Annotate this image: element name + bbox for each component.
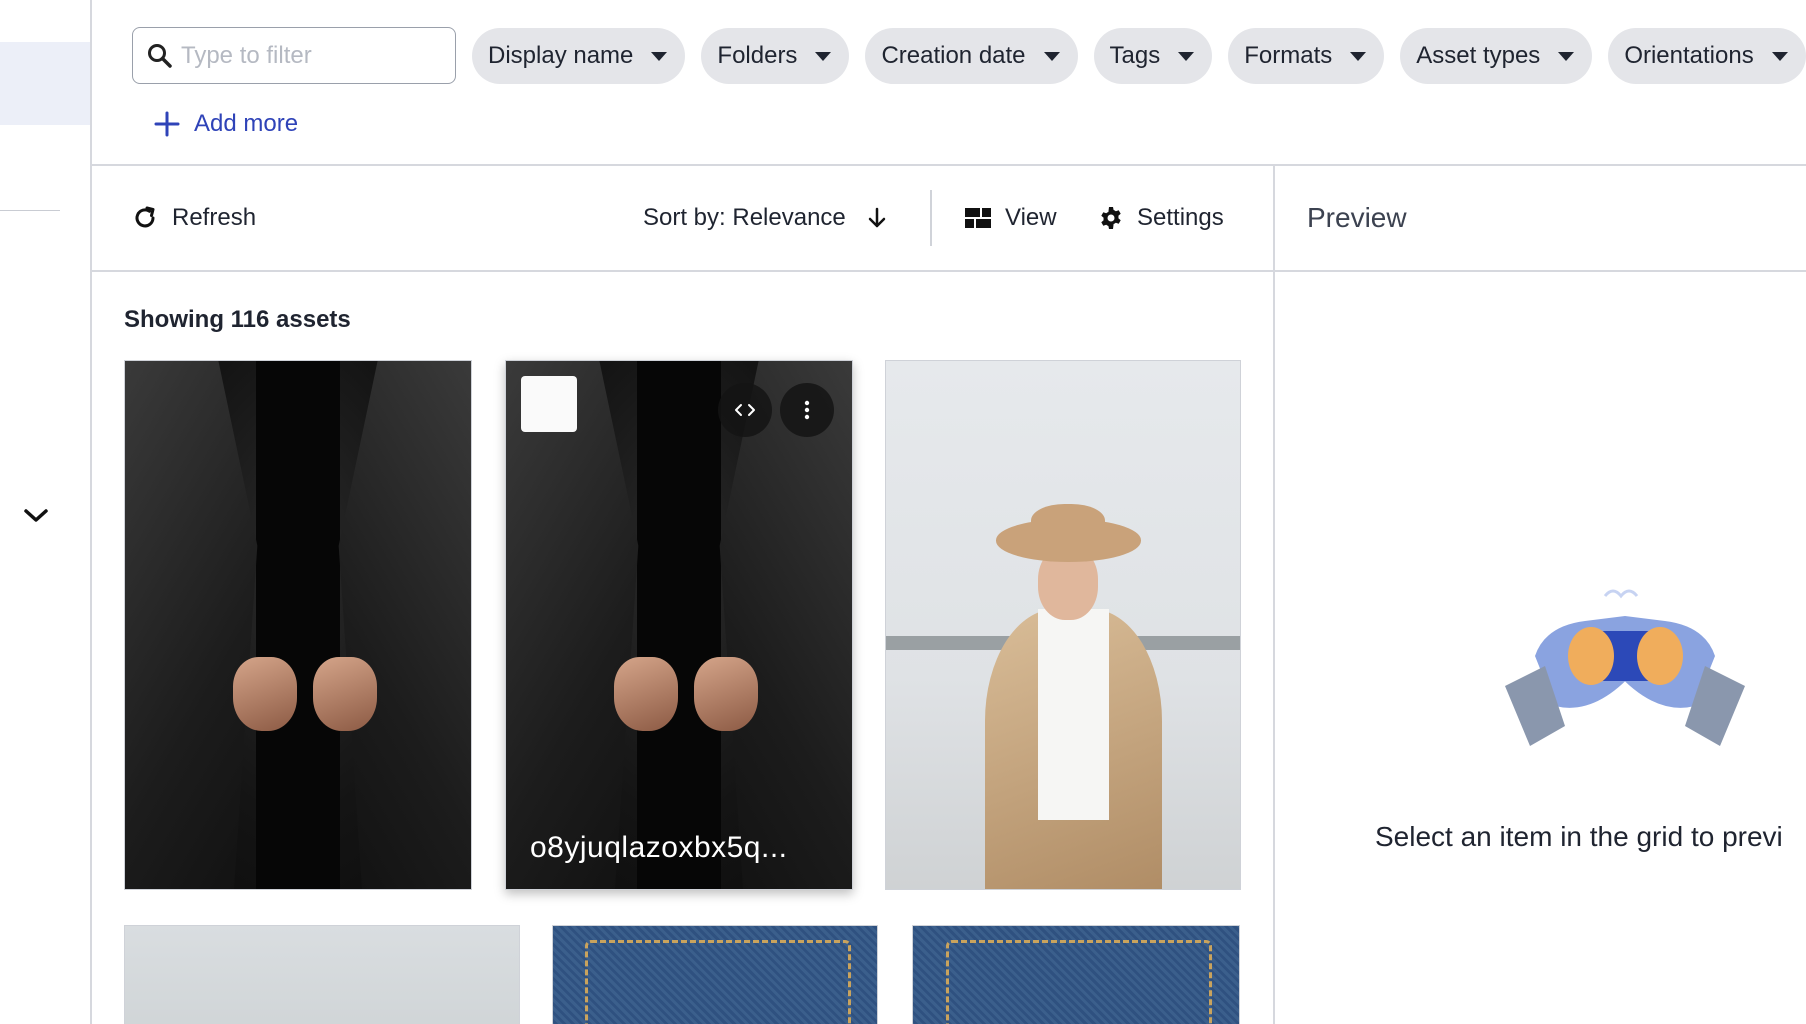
search-field[interactable] — [132, 27, 456, 84]
filter-chips: Display name Folders Creation date Tags … — [472, 28, 1806, 84]
grid-view-icon — [965, 208, 991, 228]
refresh-label: Refresh — [172, 204, 257, 231]
filter-chip-display-name[interactable]: Display name — [472, 28, 686, 84]
search-icon — [148, 43, 172, 68]
refresh-icon — [135, 206, 155, 228]
sidebar-divider — [0, 210, 60, 211]
settings-label: Settings — [1137, 204, 1224, 231]
chip-label: Tags — [1109, 42, 1161, 69]
filter-chip-orientations[interactable]: Orientations — [1608, 28, 1806, 84]
arrow-down-icon — [868, 207, 886, 228]
view-button[interactable]: View — [965, 166, 1057, 270]
sort-button[interactable]: Sort by: Relevance — [643, 166, 888, 270]
chip-label: Formats — [1244, 42, 1333, 69]
asset-count: Showing 116 assets — [124, 306, 351, 333]
add-more-label: Add more — [194, 110, 299, 137]
caret-down-icon — [1043, 51, 1060, 61]
plus-icon — [154, 111, 180, 137]
asset-card[interactable] — [552, 925, 878, 1024]
view-label: View — [1005, 204, 1057, 231]
select-checkbox[interactable] — [521, 376, 577, 432]
preview-empty-message: Select an item in the grid to previ — [1375, 821, 1783, 852]
embed-code-button[interactable] — [718, 383, 772, 437]
left-sidebar — [0, 0, 92, 1024]
preview-panel: Preview Select an item in the grid to pr… — [1273, 166, 1806, 1024]
asset-thumbnail — [256, 361, 340, 889]
asset-card-hovered[interactable]: o8yjuqlazoxbx5q... — [505, 360, 853, 890]
add-more-button[interactable]: Add more — [154, 110, 298, 138]
gear-icon — [1101, 207, 1121, 229]
filter-chip-tags[interactable]: Tags — [1093, 28, 1213, 84]
chip-label: Folders — [717, 42, 798, 69]
asset-card[interactable] — [885, 360, 1241, 890]
sort-label: Sort by: Relevance — [643, 204, 846, 231]
caret-down-icon — [651, 51, 668, 61]
preview-title: Preview — [1275, 166, 1806, 272]
asset-card[interactable] — [912, 925, 1240, 1024]
binoculars-illustration — [1505, 589, 1745, 746]
kebab-menu-icon — [804, 400, 810, 420]
code-icon — [735, 404, 755, 416]
chip-label: Display name — [488, 42, 634, 69]
chevron-down-icon[interactable] — [22, 503, 50, 529]
asset-card[interactable] — [124, 360, 472, 890]
filter-chip-creation-date[interactable]: Creation date — [865, 28, 1078, 84]
chip-label: Creation date — [881, 42, 1026, 69]
asset-name: o8yjuqlazoxbx5q... — [530, 831, 788, 864]
chip-label: Asset types — [1416, 42, 1541, 69]
filter-bar: Display name Folders Creation date Tags … — [92, 0, 1806, 166]
filter-chip-formats[interactable]: Formats — [1228, 28, 1385, 84]
caret-down-icon — [1178, 51, 1195, 61]
refresh-button[interactable]: Refresh — [132, 166, 256, 270]
filter-chip-asset-types[interactable]: Asset types — [1400, 28, 1593, 84]
settings-button[interactable]: Settings — [1099, 166, 1224, 270]
asset-card[interactable] — [124, 925, 520, 1024]
sidebar-active-item[interactable] — [0, 42, 90, 125]
search-input[interactable] — [181, 41, 431, 70]
chip-label: Orientations — [1624, 42, 1754, 69]
caret-down-icon — [1558, 51, 1575, 61]
grid-toolbar: Refresh Sort by: Relevance View Settings — [92, 166, 1274, 272]
toolbar-divider — [930, 190, 932, 246]
asset-thumbnail — [637, 361, 721, 889]
filter-chip-folders[interactable]: Folders — [701, 28, 850, 84]
caret-down-icon — [1350, 51, 1367, 61]
more-options-button[interactable] — [780, 383, 834, 437]
caret-down-icon — [815, 51, 832, 61]
caret-down-icon — [1771, 51, 1788, 61]
